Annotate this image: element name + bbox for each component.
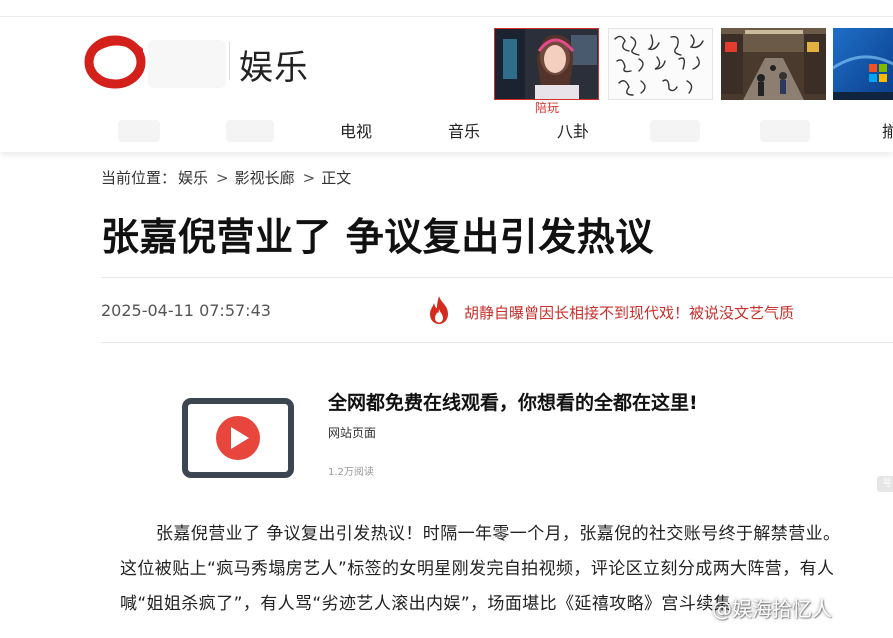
- nav-item-music[interactable]: 音乐: [448, 118, 480, 142]
- divider: [101, 277, 893, 278]
- publish-date: 2025-04-11 07:57:43: [101, 301, 271, 320]
- nav-item-tv[interactable]: 电视: [340, 118, 372, 142]
- street-photo-icon: [721, 28, 826, 100]
- streamer-photo-icon: [495, 29, 598, 99]
- logo-text-blurred: [148, 40, 226, 88]
- nav-item-partial[interactable]: 揃: [882, 118, 893, 142]
- article-paragraph: 这位被贴上“疯马秀塌房艺人”标签的女明星刚发完自拍视频，评论区立刻分成两大阵营，…: [120, 559, 835, 579]
- flame-icon: [430, 296, 448, 324]
- header-divider: [229, 42, 230, 80]
- breadcrumb-item-entertainment[interactable]: 娱乐: [178, 169, 208, 187]
- channel-title[interactable]: 娱乐: [239, 40, 309, 89]
- nav-item-blurred: [118, 120, 160, 142]
- site-logo-icon[interactable]: [84, 32, 146, 90]
- nav-item-blurred: [650, 120, 700, 142]
- thumbnail-street[interactable]: [721, 28, 826, 100]
- thumbnail-label[interactable]: 陪玩: [520, 99, 574, 116]
- nav-item-blurred: [226, 120, 274, 142]
- nav-item-gossip[interactable]: 八卦: [557, 118, 589, 142]
- breadcrumb-separator: >: [302, 169, 316, 187]
- calligraphy-photo-icon: [609, 29, 712, 99]
- breadcrumb-item-film[interactable]: 影视长廊: [235, 169, 295, 187]
- breadcrumb-separator: >: [216, 169, 229, 187]
- hot-news-link[interactable]: 胡静自曝曾因长相接不到现代戏！被说没文艺气质: [464, 302, 794, 323]
- thumbnail-desktop[interactable]: [833, 28, 893, 100]
- video-play-icon[interactable]: [182, 398, 294, 478]
- breadcrumb: 当前位置： 娱乐 > 影视长廊 > 正文: [101, 167, 353, 188]
- breadcrumb-prefix: 当前位置：: [101, 169, 177, 187]
- article-title: 张嘉倪营业了 争议复出引发热议: [101, 215, 654, 259]
- top-divider: [0, 16, 893, 17]
- breadcrumb-item-current: 正文: [321, 169, 352, 187]
- nav-item-blurred: [760, 120, 810, 142]
- divider: [101, 342, 893, 343]
- promo-view-count: 1.2万阅读: [328, 467, 374, 478]
- windows-desktop-photo-icon: [833, 28, 893, 100]
- promo-source: 网站页面: [328, 426, 377, 440]
- article-paragraph: 张嘉倪营业了 争议复出引发热议！时隔一年零一个月，张嘉倪的社交账号终于解禁营业。: [156, 524, 841, 544]
- side-tab[interactable]: 号: [877, 476, 893, 492]
- channel-nav: 电视 音乐 八卦 揃: [0, 118, 893, 142]
- author-watermark: @娱海拾忆人: [712, 597, 832, 621]
- site-header: 娱乐 陪玩 电视 音乐 八卦 揃: [0, 0, 893, 152]
- promo-title-link[interactable]: 全网都免费在线观看，你想看的全都在这里!: [328, 388, 698, 415]
- thumbnail-calligraphy[interactable]: [608, 28, 713, 100]
- thumbnail-streamer[interactable]: [494, 28, 599, 100]
